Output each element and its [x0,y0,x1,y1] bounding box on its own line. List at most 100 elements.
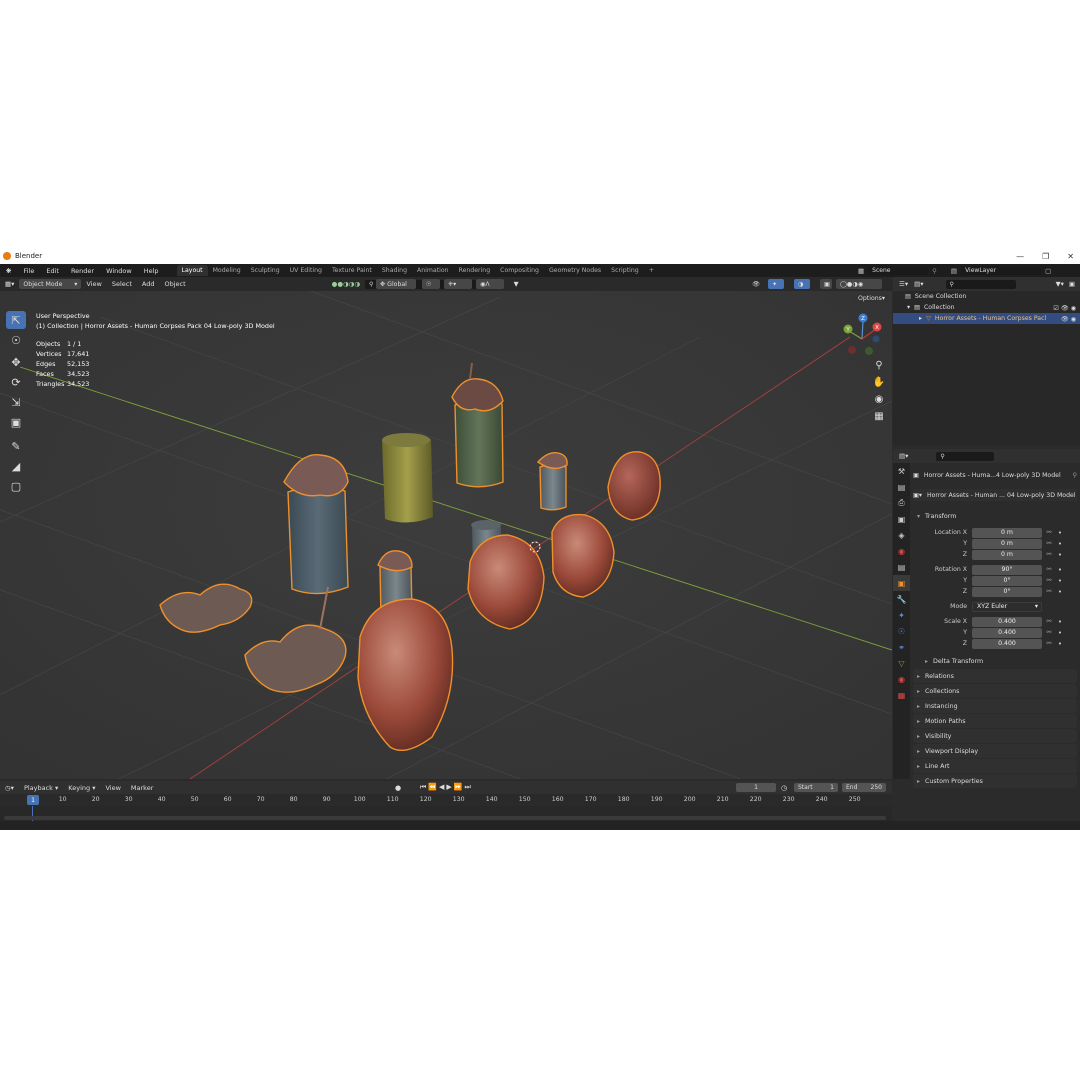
outliner-collection[interactable]: ▾ ▤ Collection ☑ 👁 ◉ [893,302,1080,313]
outliner-search-input[interactable]: ⚲ [945,279,1016,289]
move-tool-icon[interactable]: ✥ [6,353,26,371]
keyframe-dot-icon[interactable]: • [1056,640,1064,648]
lock-icon[interactable]: ⚯ [1042,618,1056,625]
measure-tool-icon[interactable]: ◢ [6,457,26,475]
rotation-z-field[interactable]: 0° [972,586,1042,597]
options-dropdown[interactable]: Options ▾ [854,293,888,303]
tab-sculpting[interactable]: Sculpting [246,265,285,276]
rotation-x-field[interactable]: 90° [972,564,1042,575]
lock-icon[interactable]: ⚯ [1042,540,1056,547]
xray-toggle[interactable]: ▣ [820,279,832,289]
transform-tool-icon[interactable]: ▣ [6,413,26,431]
menu-object[interactable]: Object [160,280,191,288]
playback-controls[interactable]: ⏮⏪◀▶⏩⏭ [420,783,473,792]
object-tab-icon[interactable]: ▣ [893,575,910,591]
lock-icon[interactable]: ⚯ [1042,577,1056,584]
constraints-tab-icon[interactable]: ⚭ [893,639,910,655]
clock-icon[interactable]: ◷ [781,784,787,792]
physics-tab-icon[interactable]: ☉ [893,623,910,639]
expand-arrow-icon[interactable]: ▸ [919,315,922,322]
transform-panel-header[interactable]: ▾ Transform [913,509,1077,523]
visibility-controls-icon[interactable]: ☑ 👁 ◉ [1053,304,1076,312]
material-tab-icon[interactable]: ◉ [893,671,910,687]
tab-texture-paint[interactable]: Texture Paint [327,265,377,276]
outliner-scene-collection[interactable]: ▤ Scene Collection [893,291,1080,302]
filter-icons[interactable]: ●●◑◑◑ [327,280,365,288]
tab-modeling[interactable]: Modeling [208,265,246,276]
rotate-tool-icon[interactable]: ⟳ [6,373,26,391]
lock-icon[interactable]: ⚯ [1042,529,1056,536]
timeline-editor-icon[interactable]: ◷▾ [0,784,19,792]
snap-toggle[interactable]: ⁜▾ [444,279,472,289]
tab-geometry-nodes[interactable]: Geometry Nodes [544,265,606,276]
keyframe-dot-icon[interactable]: • [1056,588,1064,596]
output-tab-icon[interactable]: ⎙ [893,495,910,511]
menu-marker[interactable]: Marker [126,784,158,792]
transform-orientation-dropdown[interactable]: ✥ Global [376,279,416,289]
rotation-mode-dropdown[interactable]: XYZ Euler ▾ [972,601,1042,612]
outliner-object-row[interactable]: ▸ ▽ Horror Assets - Human Corpses Pacl 👁… [893,313,1080,324]
menu-help[interactable]: Help [138,267,165,275]
relations-panel-header[interactable]: ▸ Relations [913,669,1077,683]
tab-animation[interactable]: Animation [412,265,454,276]
add-cube-tool-icon[interactable]: ▢ [6,477,26,495]
pivot-point-dropdown[interactable]: ☉ [422,279,440,289]
pin-icon[interactable]: ⚲ [1072,472,1077,479]
modifier-tab-icon[interactable]: 🔧 [893,591,910,607]
editor-type-icon[interactable]: ▦▾ [0,280,19,288]
particles-tab-icon[interactable]: ✦ [893,607,910,623]
minimize-icon[interactable]: — [1016,252,1024,261]
lock-icon[interactable]: ⚯ [1042,566,1056,573]
visibility-controls-icon[interactable]: 👁 ◉ [1061,315,1076,323]
custom-properties-panel-title[interactable]: ▸ Custom Properties [913,774,1077,788]
collections-panel-header[interactable]: ▸ Collections [913,684,1077,698]
timeline-ruler[interactable]: 10 20 30 40 50 60 70 80 90 100 110 120 130 140 150 160 1… [0,794,892,806]
menu-file[interactable]: File [17,267,40,275]
world-tab-icon[interactable]: ◉ [893,543,910,559]
shading-mode-buttons[interactable]: ◯●◑◉ [836,279,882,289]
properties-editor-icon[interactable]: ▤▾ [893,452,914,460]
ortho-grid-icon[interactable]: ▦ [870,408,888,424]
menu-render[interactable]: Render [65,267,100,275]
location-z-field[interactable]: 0 m [972,549,1042,560]
scene-field[interactable]: Scene [868,266,929,275]
texture-tab-icon[interactable]: ▦ [893,687,910,703]
lock-icon[interactable]: ⚯ [1042,588,1056,595]
timeline-track[interactable] [0,806,892,821]
rotation-y-field[interactable]: 0° [972,575,1042,586]
select-box-tool-icon[interactable]: ⇱ [6,311,26,329]
view-layer-tab-icon[interactable]: ▣ [893,511,910,527]
menu-view[interactable]: View [100,784,125,792]
tab-layout[interactable]: Layout [176,265,208,276]
tab-uv-editing[interactable]: UV Editing [285,265,327,276]
close-icon[interactable]: ✕ [1067,252,1074,261]
render-tab-icon[interactable]: ▤ [893,479,910,495]
menu-window[interactable]: Window [100,267,138,275]
keyframe-dot-icon[interactable]: • [1056,551,1064,559]
lock-icon[interactable]: ⚯ [1042,640,1056,647]
scale-tool-icon[interactable]: ⇲ [6,393,26,411]
start-frame-field[interactable]: Start 1 [794,783,838,792]
cursor-tool-icon[interactable]: ☉ [6,331,26,349]
keyframe-dot-icon[interactable]: • [1056,566,1064,574]
instancing-panel-header[interactable]: ▸ Instancing [913,699,1077,713]
pan-hand-icon[interactable]: ✋ [870,374,888,390]
menu-playback[interactable]: Playback ▾ [19,784,63,792]
tab-compositing[interactable]: Compositing [495,265,544,276]
menu-view[interactable]: View [81,280,106,288]
menu-edit[interactable]: Edit [40,267,65,275]
overlay-toggle[interactable]: ◑ [794,279,810,289]
timeline-scrollbar[interactable] [4,816,886,820]
motion-paths-panel-header[interactable]: ▸ Motion Paths [913,714,1077,728]
data-tab-icon[interactable]: ▽ [893,655,910,671]
keyframe-dot-icon[interactable]: • [1056,540,1064,548]
keyframe-dot-icon[interactable]: • [1056,577,1064,585]
menu-add[interactable]: Add [137,280,160,288]
playhead[interactable]: 1 [27,795,39,805]
current-frame-field[interactable]: 1 [736,783,776,792]
expand-arrow-icon[interactable]: ▾ [907,304,910,311]
keyframe-dot-icon[interactable]: • [1056,529,1064,537]
properties-search-input[interactable]: ⚲ [936,451,995,461]
object-datablock-field[interactable]: ▣▾ Horror Assets - Human ... 04 Low-poly… [913,489,1077,501]
filter-funnel-icon[interactable]: ▼ [509,280,524,288]
